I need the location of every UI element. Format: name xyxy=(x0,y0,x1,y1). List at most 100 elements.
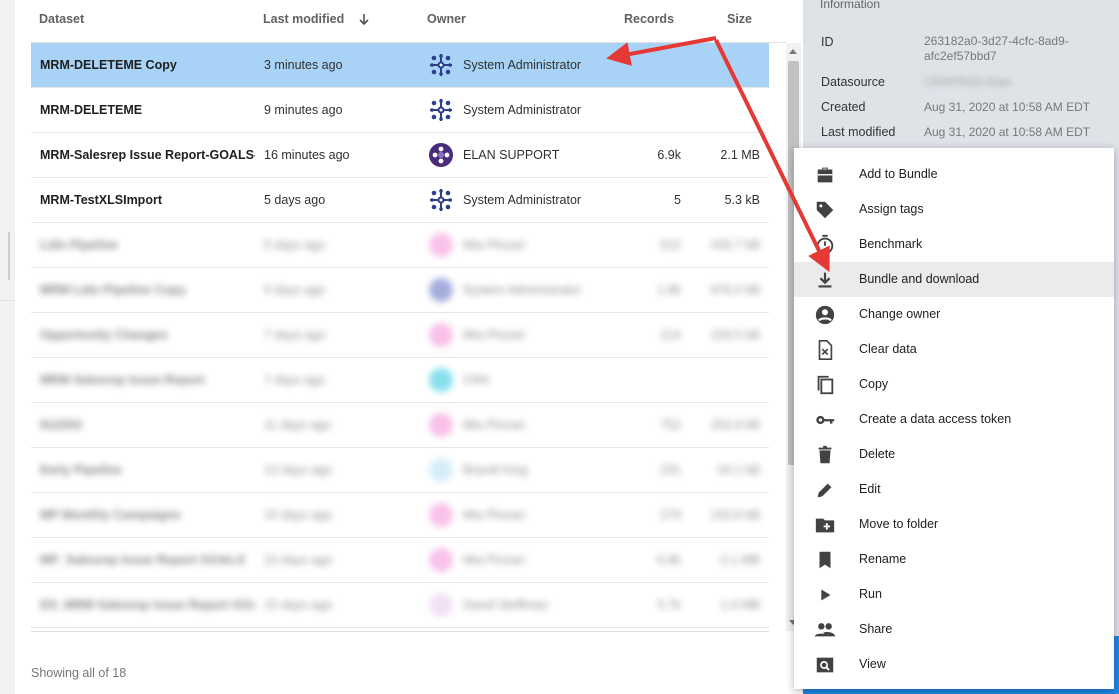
scroll-up-arrow-icon[interactable] xyxy=(789,49,797,54)
size-cell: 5.3 kB xyxy=(724,193,760,207)
table-row[interactable]: MRM-TestXLSImport 5 days ago System Admini… xyxy=(31,178,769,223)
table-row[interactable]: MRM Lido Pipeline Copy 5 days ago System A… xyxy=(31,268,769,313)
menu-item-copy[interactable]: Copy xyxy=(794,367,1114,402)
dataset-name[interactable]: MRM Salesrep Issue Report xyxy=(40,358,255,402)
last-modified-cell: 7 days ago xyxy=(264,373,326,387)
table-row[interactable]: MRM-DELETEME Copy 3 minutes ago System Adm… xyxy=(31,43,769,88)
dataset-name[interactable]: MRM-Salesrep Issue Report-GOALS-1 xyxy=(40,133,255,177)
last-modified-cell: 16 minutes ago xyxy=(264,148,350,162)
size-cell xyxy=(686,88,760,132)
records-cell: 279 xyxy=(660,508,681,522)
last-modified-cell: 7 days ago xyxy=(264,328,326,342)
menu-item-label: View xyxy=(859,657,886,671)
menu-item-assign-tags[interactable]: Assign tags xyxy=(794,192,1114,227)
owner-avatar xyxy=(429,53,453,77)
dataset-name[interactable]: DS_MRM Salesrep Issue Report GOA xyxy=(40,583,255,627)
dataset-name[interactable]: MRM Lido Pipeline Copy xyxy=(40,268,255,312)
context-menu: Add to Bundle Assign tags Benchmark Bundle … xyxy=(794,148,1114,689)
menu-item-view[interactable]: View xyxy=(794,647,1114,682)
info-last-modified-label: Last modified xyxy=(821,125,896,139)
menu-item-run[interactable]: Run xyxy=(794,577,1114,612)
size-cell: 2.1 MB xyxy=(720,553,760,567)
last-modified-cell: 11 days ago xyxy=(264,418,332,432)
table-row[interactable]: 812203 11 days ago Mia Pinzari 752 253.9 kB xyxy=(31,403,769,448)
menu-item-label: Clear data xyxy=(859,342,917,356)
size-cell: 976.0 kB xyxy=(710,283,760,297)
menu-item-clear-data[interactable]: Clear data xyxy=(794,332,1114,367)
column-header-size[interactable]: Size xyxy=(727,12,752,26)
dataset-name[interactable]: 812203 xyxy=(40,403,255,447)
key-icon xyxy=(814,409,836,431)
dataset-name[interactable]: Lido Pipeline xyxy=(40,223,255,267)
menu-item-move-to-folder[interactable]: Move to folder xyxy=(794,507,1114,542)
timer-icon xyxy=(814,234,836,256)
size-cell xyxy=(686,358,760,402)
records-cell: 5 xyxy=(674,193,681,207)
menu-item-delete[interactable]: Delete xyxy=(794,437,1114,472)
size-cell: 253.9 kB xyxy=(710,418,760,432)
table-row[interactable]: DS_MRM Salesrep Issue Report GOA 15 days … xyxy=(31,583,769,628)
menu-item-label: Run xyxy=(859,587,882,601)
table-row[interactable]: MRM-DELETEME 9 minutes ago System Administ… xyxy=(31,88,769,133)
dataset-name[interactable]: MP Monthly Campaigns xyxy=(40,493,255,537)
people-icon xyxy=(814,619,836,641)
sort-descending-icon[interactable] xyxy=(358,13,370,29)
menu-item-create-a-data-access-token[interactable]: Create a data access token xyxy=(794,402,1114,437)
dataset-name[interactable]: MP_Salesrep Issue Report GOALS xyxy=(40,538,255,582)
owner-avatar xyxy=(429,323,453,347)
results-count: Showing all of 18 xyxy=(31,666,127,680)
dataset-name[interactable]: Early Pipeline xyxy=(40,448,255,492)
table-row[interactable]: Opportunity Changes 7 days ago Mia Pinzari… xyxy=(31,313,769,358)
last-modified-cell: 5 days ago xyxy=(264,193,326,207)
records-cell: 5.7k xyxy=(657,598,681,612)
menu-item-benchmark[interactable]: Benchmark xyxy=(794,227,1114,262)
size-cell: 1.6 MB xyxy=(720,598,760,612)
size-cell: 243.8 kB xyxy=(710,508,760,522)
dataset-name[interactable]: MRM-TestXLSImport xyxy=(40,178,255,222)
last-modified-cell: 3 minutes ago xyxy=(264,58,343,72)
info-datasource-label: Datasource xyxy=(821,75,885,89)
table-header: Dataset Last modified Owner Records Size xyxy=(31,0,786,43)
column-header-records[interactable]: Records xyxy=(624,12,674,26)
owner-avatar xyxy=(429,548,453,572)
owner-avatar xyxy=(429,188,453,212)
table-row[interactable]: MP_Salesrep Issue Report GOALS 15 days ag… xyxy=(31,538,769,583)
dataset-name[interactable]: Opportunity Changes xyxy=(40,313,255,357)
menu-item-bundle-and-download[interactable]: Bundle and download xyxy=(794,262,1114,297)
records-cell: 512 xyxy=(660,238,681,252)
records-cell: 752 xyxy=(660,418,681,432)
table-row[interactable]: MP Monthly Campaigns 15 days ago Mia Pinza… xyxy=(31,493,769,538)
table-row[interactable]: Lido Pipeline 5 days ago Mia Pinzari 512 433… xyxy=(31,223,769,268)
dataset-name[interactable]: MRM-DELETEME xyxy=(40,88,255,132)
play-icon xyxy=(814,584,836,606)
resize-handle[interactable] xyxy=(8,232,10,280)
menu-item-add-to-bundle[interactable]: Add to Bundle xyxy=(794,157,1114,192)
menu-item-edit[interactable]: Edit xyxy=(794,472,1114,507)
last-modified-cell: 15 days ago xyxy=(264,508,333,522)
table-body: MRM-DELETEME Copy 3 minutes ago System Adm… xyxy=(31,43,769,632)
size-cell: 2.1 MB xyxy=(720,148,760,162)
table-row[interactable]: MRM Salesrep Issue Report 7 days ago CRA xyxy=(31,358,769,403)
pencil-icon xyxy=(814,479,836,501)
table-row[interactable]: MRM-Salesrep Issue Report-GOALS-1 16 minu… xyxy=(31,133,769,178)
owner-avatar xyxy=(429,413,453,437)
menu-item-share[interactable]: Share xyxy=(794,612,1114,647)
menu-item-label: Share xyxy=(859,622,893,636)
menu-item-rename[interactable]: Rename xyxy=(794,542,1114,577)
menu-item-label: Benchmark xyxy=(859,237,923,251)
column-header-dataset[interactable]: Dataset xyxy=(39,12,84,26)
last-modified-cell: 9 minutes ago xyxy=(264,103,343,117)
owner-avatar xyxy=(429,503,453,527)
records-cell xyxy=(591,358,681,402)
info-datasource-value: CRAPROD-Elan xyxy=(924,75,1013,89)
size-cell xyxy=(686,43,760,87)
table-row[interactable]: Early Pipeline 13 days ago Brandi King 231 5… xyxy=(31,448,769,493)
last-modified-cell: 15 days ago xyxy=(264,598,333,612)
info-heading: Information xyxy=(820,0,881,11)
info-id-value: 263182a0-3d27-4cfc-8ad9-afc2ef57bbd7 xyxy=(924,34,1069,63)
column-header-owner[interactable]: Owner xyxy=(427,12,466,26)
owner-avatar xyxy=(429,233,453,257)
column-header-last-modified[interactable]: Last modified xyxy=(263,12,370,29)
dataset-name[interactable]: MRM-DELETEME Copy xyxy=(40,43,255,87)
menu-item-change-owner[interactable]: Change owner xyxy=(794,297,1114,332)
